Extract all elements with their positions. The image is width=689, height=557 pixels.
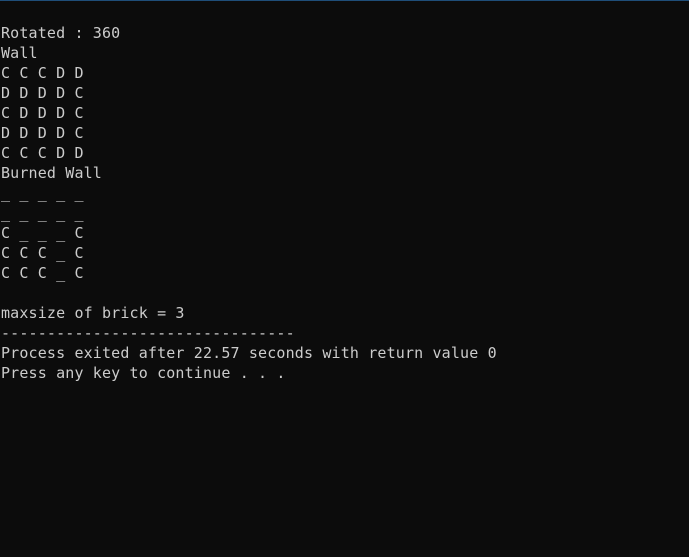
output-line-wall-heading: Wall bbox=[1, 44, 38, 62]
wall-row-3: C D D D C bbox=[1, 104, 84, 122]
console-output: Rotated : 360 Wall C C C D D D D D D C C… bbox=[1, 23, 497, 383]
console-window[interactable]: Rotated : 360 Wall C C C D D D D D D C C… bbox=[0, 0, 689, 557]
process-exit-message: Process exited after 22.57 seconds with … bbox=[1, 344, 497, 362]
wall-row-5: C C C D D bbox=[1, 144, 84, 162]
output-line-maxsize: maxsize of brick = 3 bbox=[1, 304, 185, 322]
burned-wall-row-1: _ _ _ _ _ bbox=[1, 184, 84, 202]
wall-row-4: D D D D C bbox=[1, 124, 84, 142]
press-any-key-prompt: Press any key to continue . . . bbox=[1, 364, 286, 382]
output-line-rotated: Rotated : 360 bbox=[1, 24, 121, 42]
burned-wall-row-4: C C C _ C bbox=[1, 244, 84, 262]
output-line-burned-wall-heading: Burned Wall bbox=[1, 164, 102, 182]
burned-wall-row-3: C _ _ _ C bbox=[1, 224, 84, 242]
burned-wall-row-2: _ _ _ _ _ bbox=[1, 204, 84, 222]
wall-row-2: D D D D C bbox=[1, 84, 84, 102]
wall-row-1: C C C D D bbox=[1, 64, 84, 82]
separator-line: -------------------------------- bbox=[1, 324, 295, 342]
burned-wall-row-5: C C C _ C bbox=[1, 264, 84, 282]
